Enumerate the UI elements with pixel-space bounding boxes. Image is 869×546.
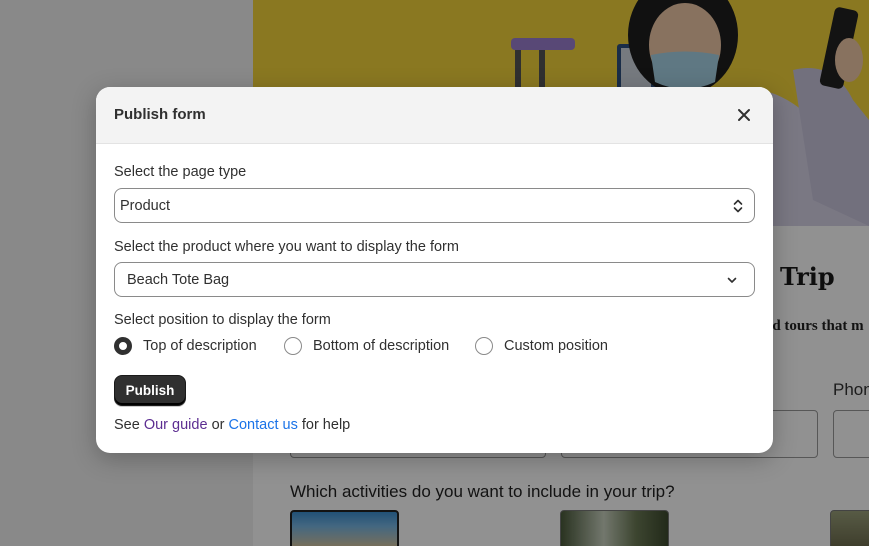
radio-button[interactable]: [284, 337, 302, 355]
help-middle: or: [211, 417, 225, 433]
contact-us-link[interactable]: Contact us: [229, 417, 298, 433]
help-prefix: See: [114, 417, 140, 433]
chevron-down-icon: [727, 277, 737, 283]
product-label: Select the product where you want to dis…: [114, 239, 459, 255]
close-icon: [738, 109, 750, 121]
radio-top-of-description[interactable]: Top of description: [114, 336, 257, 356]
product-select[interactable]: Beach Tote Bag: [114, 262, 755, 297]
page-type-value: Product: [120, 198, 170, 214]
radio-button-checked[interactable]: [114, 337, 132, 355]
select-arrows-icon: [733, 199, 743, 213]
radio-label: Bottom of description: [313, 338, 450, 354]
radio-label: Custom position: [504, 338, 608, 354]
our-guide-link[interactable]: Our guide: [144, 417, 208, 433]
radio-custom-position[interactable]: Custom position: [475, 336, 608, 356]
help-suffix: for help: [301, 417, 351, 433]
radio-bottom-of-description[interactable]: Bottom of description: [284, 336, 449, 356]
product-value: Beach Tote Bag: [127, 272, 230, 288]
publish-button[interactable]: Publish: [114, 375, 186, 406]
position-label: Select position to display the form: [114, 312, 331, 328]
modal-title: Publish form: [114, 106, 206, 123]
close-button[interactable]: [733, 104, 755, 126]
publish-form-modal: Publish form Select the page type Produc…: [96, 87, 773, 453]
help-text: See Our guide or Contact us for help: [114, 417, 350, 433]
modal-header: Publish form: [96, 87, 773, 144]
radio-button[interactable]: [475, 337, 493, 355]
page-type-label: Select the page type: [114, 164, 247, 180]
page-type-select[interactable]: Product: [114, 188, 755, 223]
radio-label: Top of description: [143, 338, 257, 354]
